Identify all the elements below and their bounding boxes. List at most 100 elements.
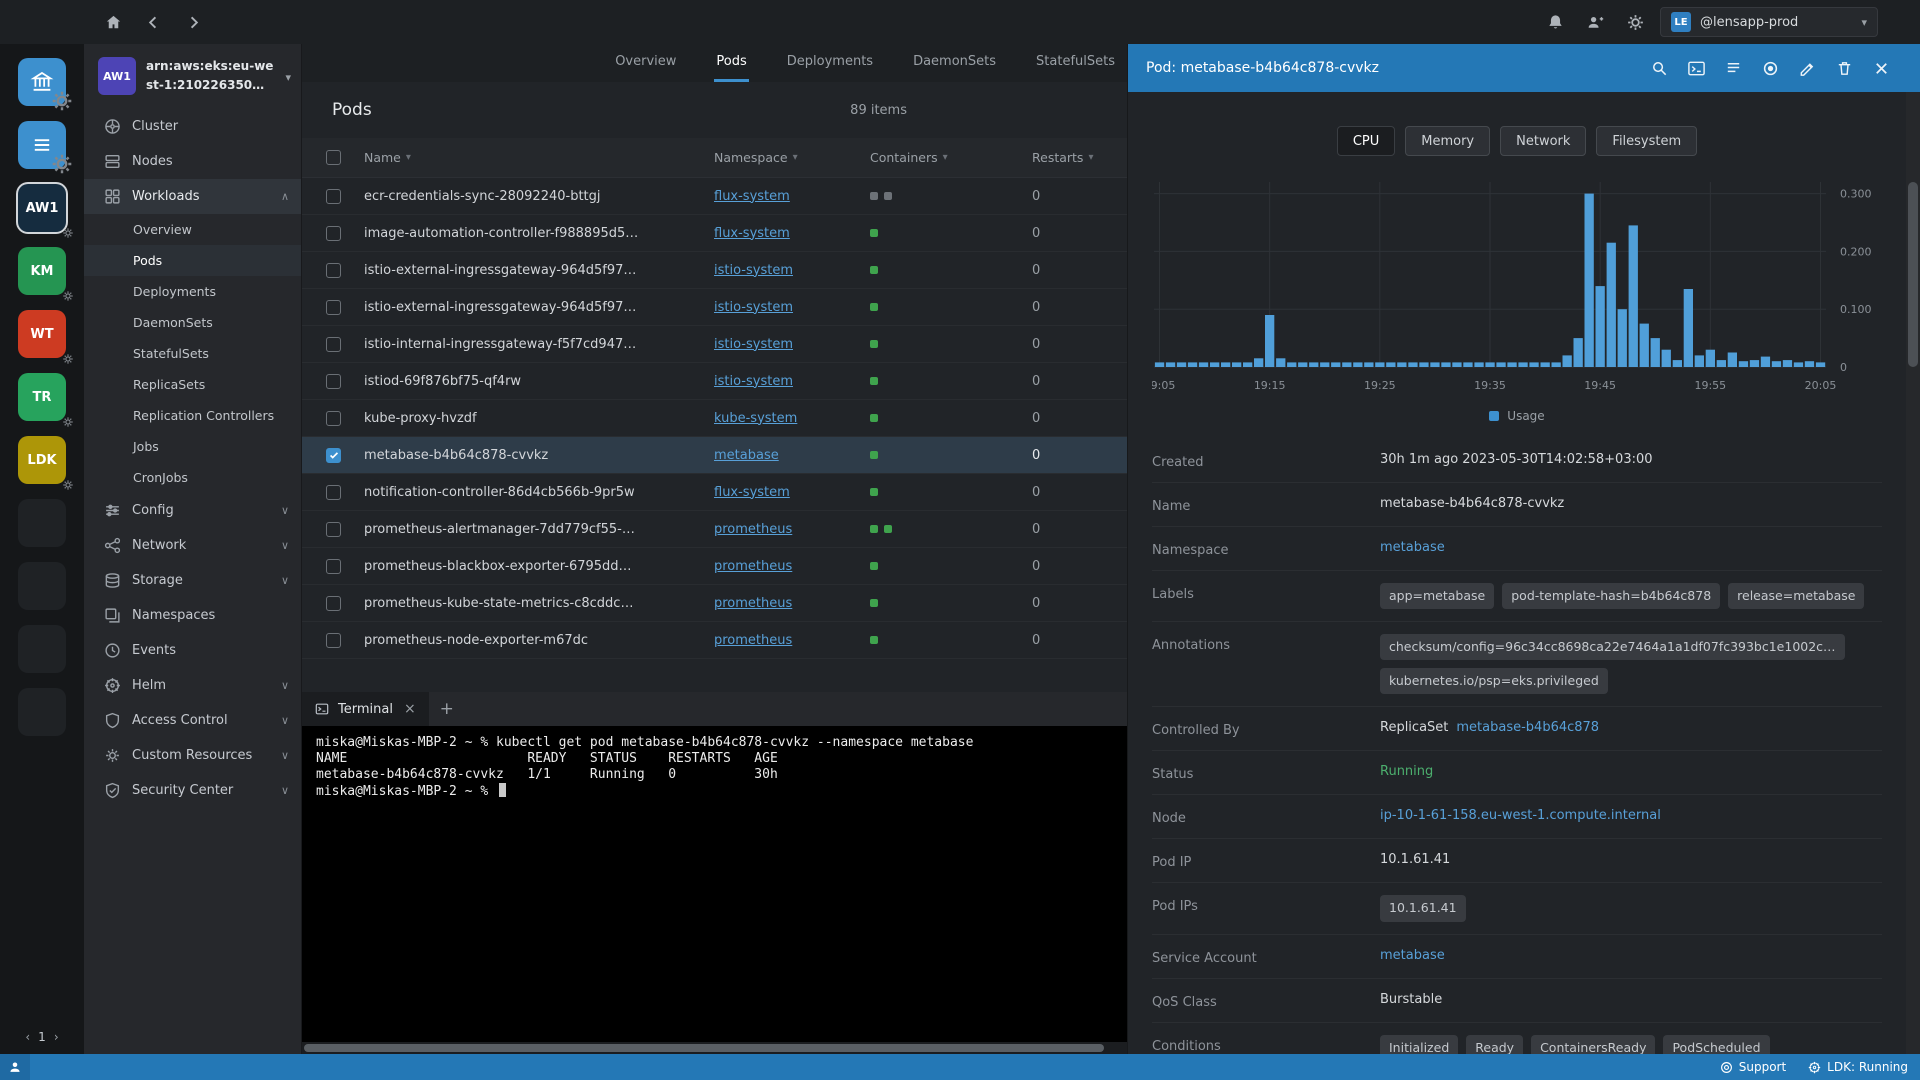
vertical-scrollbar-thumb[interactable] (1908, 182, 1918, 367)
namespace-link[interactable]: istio-system (714, 337, 793, 352)
namespace-link[interactable]: prometheus (714, 596, 792, 611)
sidebar-item-daemonsets[interactable]: DaemonSets (84, 307, 301, 338)
namespace-link[interactable]: flux-system (714, 485, 790, 500)
delete-icon[interactable] (1833, 57, 1855, 79)
magnifier-icon[interactable] (1648, 57, 1670, 79)
sidebar-item-custom-resources[interactable]: Custom Resources ∨ (84, 738, 301, 773)
sidebar-item-access-control[interactable]: Access Control ∨ (84, 703, 301, 738)
row-checkbox[interactable] (326, 558, 341, 574)
account-selector[interactable]: LE @lensapp-prod ▾ (1660, 7, 1878, 37)
shell-icon[interactable] (1685, 57, 1707, 79)
new-terminal-button[interactable]: + (429, 692, 465, 726)
namespace-link[interactable]: prometheus (714, 633, 792, 648)
settings-button[interactable] (1620, 7, 1650, 37)
terminal-tab[interactable]: Terminal × (302, 692, 429, 726)
rail-cluster-km[interactable]: KM (18, 247, 73, 301)
sidebar-item-replication-controllers[interactable]: Replication Controllers (84, 400, 301, 431)
namespace-link[interactable]: istio-system (714, 263, 793, 278)
tab-daemonsets[interactable]: DaemonSets (911, 44, 998, 82)
metric-tab-memory[interactable]: Memory (1405, 126, 1491, 156)
column-header-restarts[interactable]: Restarts ▾ (1032, 150, 1127, 165)
sidebar-item-replicasets[interactable]: ReplicaSets (84, 369, 301, 400)
sidebar-item-network[interactable]: Network ∨ (84, 528, 301, 563)
sidebar-item-namespaces[interactable]: Namespaces (84, 598, 301, 633)
row-checkbox[interactable] (326, 188, 341, 204)
sidebar-item-helm[interactable]: Helm ∨ (84, 668, 301, 703)
tab-overview[interactable]: Overview (613, 44, 678, 82)
chart-legend[interactable]: Usage (1152, 407, 1882, 439)
logs-icon[interactable] (1722, 57, 1744, 79)
sidebar-item-workloads[interactable]: Workloads ∧ (84, 179, 301, 214)
sidebar-item-storage[interactable]: Storage ∨ (84, 563, 301, 598)
namespace-link[interactable]: metabase (714, 448, 779, 463)
user-menu-button[interactable] (0, 1054, 30, 1080)
column-header-containers[interactable]: Containers ▾ (870, 150, 1032, 165)
row-checkbox[interactable] (326, 484, 341, 500)
notifications-button[interactable] (1540, 7, 1570, 37)
column-header-name[interactable]: Name ▾ (364, 150, 714, 165)
sidebar-item-config[interactable]: Config ∨ (84, 493, 301, 528)
namespace-link[interactable]: flux-system (714, 226, 790, 241)
row-checkbox[interactable] (326, 262, 341, 278)
table-row[interactable]: prometheus-kube-state-metrics-c8cddc… pro… (302, 585, 1127, 622)
row-checkbox[interactable] (326, 447, 341, 463)
table-row[interactable]: image-automation-controller-f988895d5… fl… (302, 215, 1127, 252)
cluster-selector[interactable]: AW1 arn:aws:eks:eu-west-1:210226350… ▾ (84, 44, 301, 105)
row-checkbox[interactable] (326, 521, 341, 537)
sidebar-item-nodes[interactable]: Nodes (84, 144, 301, 179)
table-row[interactable]: istio-external-ingressgateway-964d5f97… i… (302, 289, 1127, 326)
pager-prev-icon[interactable]: ‹ (25, 1030, 30, 1044)
detail-link[interactable]: metabase (1380, 539, 1445, 558)
detail-link[interactable]: ip-10-1-61-158.eu-west-1.compute.interna… (1380, 807, 1661, 826)
rail-cluster-aw1[interactable]: AW1 (18, 184, 73, 238)
sidebar-item-statefulsets[interactable]: StatefulSets (84, 338, 301, 369)
row-checkbox[interactable] (326, 410, 341, 426)
table-row[interactable]: notification-controller-86d4cb566b-9pr5w… (302, 474, 1127, 511)
metric-tab-network[interactable]: Network (1500, 126, 1587, 156)
tab-deployments[interactable]: Deployments (785, 44, 875, 82)
namespace-link[interactable]: kube-system (714, 411, 797, 426)
select-all-checkbox[interactable] (326, 150, 341, 165)
pager-next-icon[interactable]: › (54, 1030, 59, 1044)
table-row[interactable]: prometheus-alertmanager-7dd779cf55-… prom… (302, 511, 1127, 548)
sidebar-item-cronjobs[interactable]: CronJobs (84, 462, 301, 493)
row-checkbox[interactable] (326, 595, 341, 611)
detail-link[interactable]: metabase (1380, 947, 1445, 966)
detail-link[interactable]: metabase-b4b64c878 (1456, 719, 1599, 738)
table-row[interactable]: ecr-credentials-sync-28092240-bttgj flux-… (302, 178, 1127, 215)
sidebar-item-cluster[interactable]: Cluster (84, 109, 301, 144)
column-header-namespace[interactable]: Namespace ▾ (714, 150, 870, 165)
close-icon[interactable] (1870, 57, 1892, 79)
table-row[interactable]: prometheus-node-exporter-m67dc prometheus… (302, 622, 1127, 659)
sidebar-item-overview[interactable]: Overview (84, 214, 301, 245)
table-row[interactable]: istiod-69f876bf75-qf4rw istio-system 0 (302, 363, 1127, 400)
tab-statefulsets[interactable]: StatefulSets (1034, 44, 1117, 82)
table-row[interactable]: istio-external-ingressgateway-964d5f97… i… (302, 252, 1127, 289)
tab-pods[interactable]: Pods (714, 44, 749, 82)
namespace-link[interactable]: istio-system (714, 300, 793, 315)
table-row[interactable]: metabase-b4b64c878-cvvkz metabase 0 (302, 437, 1127, 474)
rail-app-hotbar[interactable] (18, 121, 72, 174)
sidebar-item-deployments[interactable]: Deployments (84, 276, 301, 307)
namespace-link[interactable]: prometheus (714, 559, 792, 574)
table-row[interactable]: kube-proxy-hvzdf kube-system 0 (302, 400, 1127, 437)
edit-icon[interactable] (1796, 57, 1818, 79)
home-button[interactable] (98, 7, 128, 37)
sidebar-item-events[interactable]: Events (84, 633, 301, 668)
back-button[interactable] (138, 7, 168, 37)
horizontal-scrollbar-thumb[interactable] (304, 1044, 1105, 1052)
table-row[interactable]: prometheus-blackbox-exporter-6795dd… prom… (302, 548, 1127, 585)
support-button[interactable]: Support (1720, 1060, 1786, 1074)
sidebar-item-jobs[interactable]: Jobs (84, 431, 301, 462)
row-checkbox[interactable] (326, 373, 341, 389)
namespace-link[interactable]: flux-system (714, 189, 790, 204)
terminal-output[interactable]: miska@Miskas-MBP-2 ~ % kubectl get pod m… (302, 726, 1127, 1042)
namespace-link[interactable]: prometheus (714, 522, 792, 537)
metric-tab-cpu[interactable]: CPU (1336, 126, 1396, 156)
row-checkbox[interactable] (326, 336, 341, 352)
invite-user-button[interactable] (1580, 7, 1610, 37)
rail-cluster-tr[interactable]: TR (18, 373, 73, 427)
table-row[interactable]: istio-internal-ingressgateway-f5f7cd947…… (302, 326, 1127, 363)
metric-tab-filesystem[interactable]: Filesystem (1596, 126, 1698, 156)
forward-button[interactable] (178, 7, 208, 37)
